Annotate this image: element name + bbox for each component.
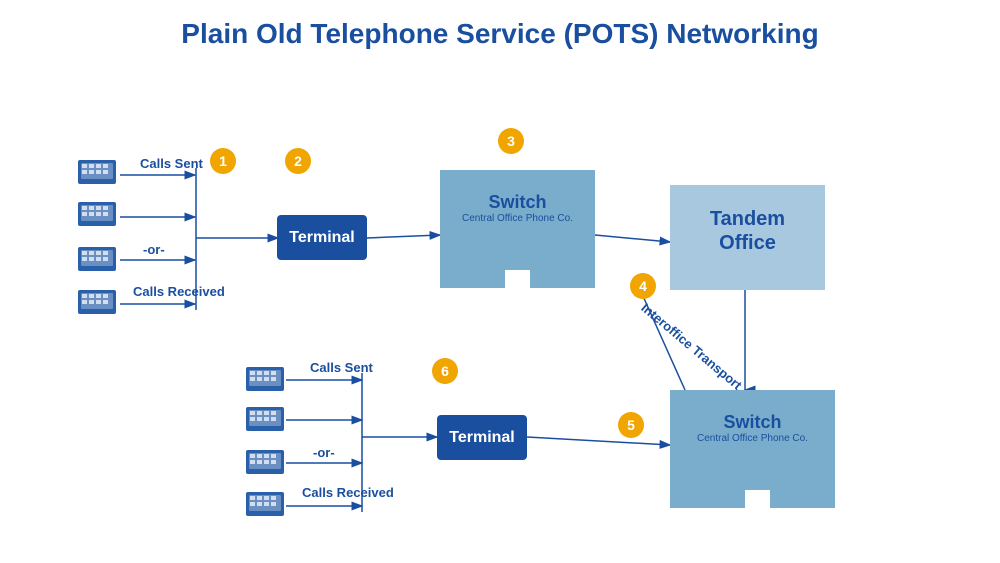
terminal-2-label: Terminal [449, 429, 515, 447]
phone-top-4 [78, 288, 118, 316]
switch-2-sub-label: Central Office Phone Co. [670, 433, 835, 444]
tandem-office: Tandem Office [670, 185, 825, 290]
page-title: Plain Old Telephone Service (POTS) Netwo… [0, 0, 1000, 60]
switch-1: Switch Central Office Phone Co. [440, 170, 595, 288]
phone-top-3 [78, 245, 118, 273]
switch-1-sub-label: Central Office Phone Co. [440, 213, 595, 224]
terminal-1: Terminal [277, 215, 367, 260]
calls-sent-top: Calls Sent [140, 156, 203, 173]
calls-received-bottom: Calls Received [302, 485, 394, 502]
switch-2-main-label: Switch [670, 412, 835, 433]
page: Plain Old Telephone Service (POTS) Netwo… [0, 0, 1000, 563]
phone-bottom-4 [246, 490, 286, 518]
badge-3: 3 [498, 128, 524, 154]
badge-6: 6 [432, 358, 458, 384]
or-top: -or- [143, 242, 165, 259]
terminal-1-label: Terminal [289, 229, 355, 247]
calls-received-top: Calls Received [133, 284, 225, 301]
phone-top-2 [78, 200, 118, 228]
diagram-area: 1 2 3 4 5 6 Terminal Terminal [0, 60, 1000, 550]
phone-top-1 [78, 158, 118, 186]
switch-1-main-label: Switch [440, 192, 595, 213]
phone-bottom-2 [246, 405, 286, 433]
phone-bottom-1 [246, 365, 286, 393]
tandem-label: Tandem Office [670, 207, 825, 255]
terminal-2: Terminal [437, 415, 527, 460]
badge-1: 1 [210, 148, 236, 174]
switch-2: Switch Central Office Phone Co. [670, 390, 835, 508]
calls-sent-bottom: Calls Sent [310, 360, 373, 377]
or-bottom: -or- [313, 445, 335, 462]
badge-2: 2 [285, 148, 311, 174]
phone-bottom-3 [246, 448, 286, 476]
badge-5: 5 [618, 412, 644, 438]
interoffice-transport-label: Interoffice Transport [637, 300, 745, 394]
badge-4: 4 [630, 273, 656, 299]
